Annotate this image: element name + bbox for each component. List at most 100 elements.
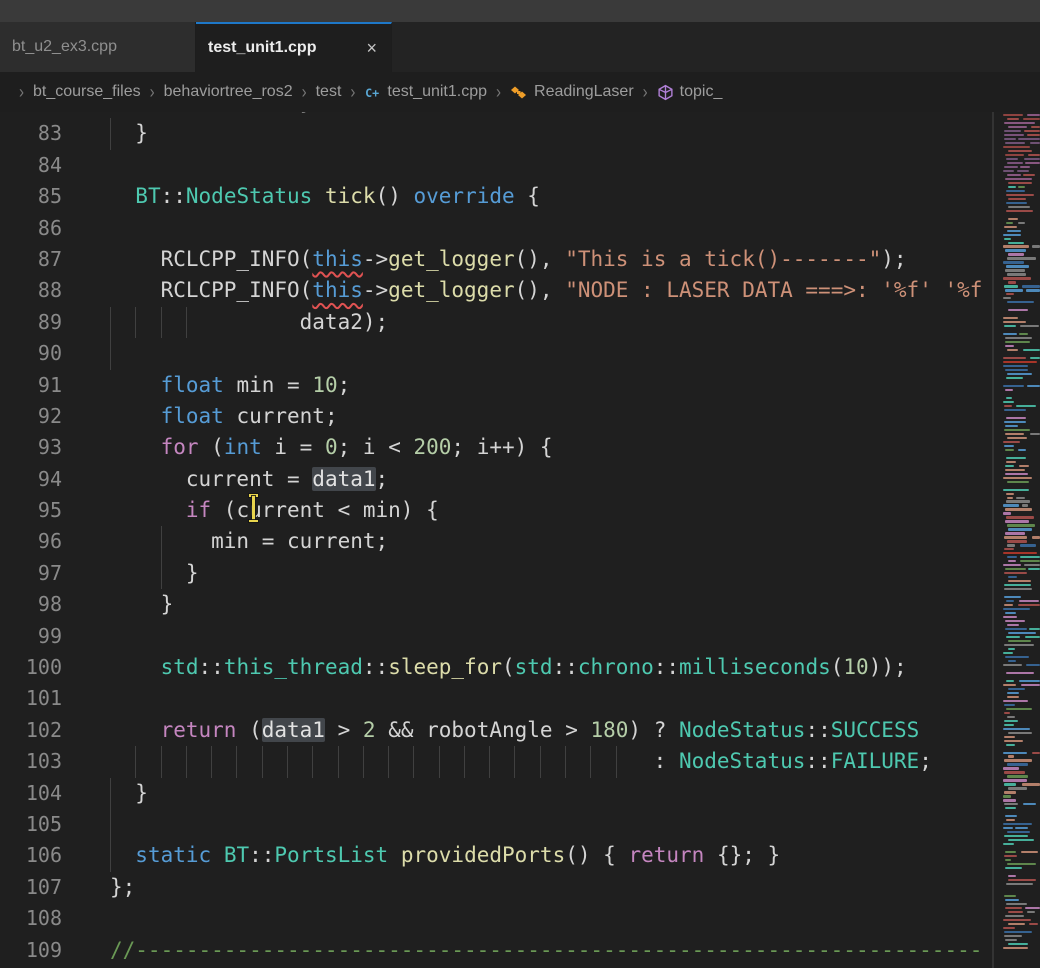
minimap-line xyxy=(1003,433,1040,435)
minimap-line xyxy=(1003,114,1040,116)
code-content[interactable]: });83 }8485 BT::NodeStatus tick() overri… xyxy=(0,112,1000,966)
line-number: 97 xyxy=(0,558,62,589)
minimap-line xyxy=(1003,345,1040,347)
minimap-line xyxy=(1003,150,1040,152)
breadcrumb-item-test[interactable]: test xyxy=(316,83,342,101)
code-line-94[interactable]: 94 current = data1; xyxy=(0,464,1000,495)
minimap-line xyxy=(1003,389,1040,391)
tab-bt_u2_ex3.cpp[interactable]: bt_u2_ex3.cpp xyxy=(0,22,196,72)
minimap-line xyxy=(1003,564,1040,566)
code-line-90[interactable]: 90 xyxy=(0,338,1000,369)
minimap-line xyxy=(1003,357,1040,359)
code-line-107[interactable]: 107}; xyxy=(0,872,1000,903)
tab-label: bt_u2_ex3.cpp xyxy=(12,38,117,56)
code-text: } xyxy=(110,558,199,589)
code-line-96[interactable]: 96 min = current; xyxy=(0,526,1000,557)
code-editor[interactable]: });83 }8485 BT::NodeStatus tick() overri… xyxy=(0,112,1040,968)
scrollbar-track[interactable] xyxy=(992,112,994,968)
minimap[interactable] xyxy=(1003,114,1040,966)
tab-close-icon[interactable]: × xyxy=(344,38,377,59)
minimap-line xyxy=(1003,576,1040,578)
line-number: 104 xyxy=(0,778,62,809)
minimap-line xyxy=(1003,230,1040,232)
minimap-line xyxy=(1003,875,1040,877)
minimap-line xyxy=(1003,425,1040,427)
code-line-106[interactable]: 106 static BT::PortsList providedPorts()… xyxy=(0,840,1000,871)
minimap-line xyxy=(1003,939,1040,941)
code-line-97[interactable]: 97 } xyxy=(0,558,1000,589)
code-line-89[interactable]: 89 data2); xyxy=(0,307,1000,338)
minimap-line xyxy=(1003,178,1040,180)
minimap-line xyxy=(1003,819,1040,821)
breadcrumb-item-bt_course_files[interactable]: bt_course_files xyxy=(33,83,141,101)
code-line-99[interactable]: 99 xyxy=(0,621,1000,652)
code-text: if (current < min) { xyxy=(110,495,439,526)
minimap-line xyxy=(1003,337,1040,339)
code-line-84[interactable]: 84 xyxy=(0,150,1000,181)
code-line-91[interactable]: 91 float min = 10; xyxy=(0,370,1000,401)
code-line-102[interactable]: 102 return (data1 > 2 && robotAngle > 18… xyxy=(0,715,1000,746)
minimap-line xyxy=(1003,644,1040,646)
code-line-103[interactable]: 103 : NodeStatus::FAILURE; xyxy=(0,746,1000,777)
minimap-line xyxy=(1003,142,1040,144)
code-text: BT::NodeStatus tick() override { xyxy=(110,181,540,212)
line-number: 90 xyxy=(0,338,62,369)
code-line-87[interactable]: 87 RCLCPP_INFO(this->get_logger(), "This… xyxy=(0,244,1000,275)
indent-guide xyxy=(110,338,111,369)
minimap-line xyxy=(1003,130,1040,132)
minimap-line xyxy=(1003,162,1040,164)
minimap-line xyxy=(1003,118,1040,120)
minimap-line xyxy=(1003,556,1040,558)
code-line-93[interactable]: 93 for (int i = 0; i < 200; i++) { xyxy=(0,432,1000,463)
code-line-104[interactable]: 104 } xyxy=(0,778,1000,809)
breadcrumb-chevron-icon: › xyxy=(302,81,307,102)
code-line-98[interactable]: 98 } xyxy=(0,589,1000,620)
code-line-100[interactable]: 100 std::this_thread::sleep_for(std::chr… xyxy=(0,652,1000,683)
minimap-line xyxy=(1003,803,1040,805)
minimap-line xyxy=(1003,895,1040,897)
line-number: 101 xyxy=(0,683,62,714)
minimap-line xyxy=(1003,249,1040,251)
minimap-line xyxy=(1003,871,1040,873)
code-line-86[interactable]: 86 xyxy=(0,213,1000,244)
minimap-line xyxy=(1003,696,1040,698)
minimap-line xyxy=(1003,365,1040,367)
minimap-line xyxy=(1003,759,1040,761)
breadcrumb-item-behaviortree_ros2[interactable]: behaviortree_ros2 xyxy=(164,83,293,101)
minimap-line xyxy=(1003,417,1040,419)
code-line-108[interactable]: 108 xyxy=(0,903,1000,934)
breadcrumb-item-topic_[interactable]: topic_ xyxy=(657,83,723,101)
minimap-line xyxy=(1003,285,1040,287)
symbol-cube-icon xyxy=(657,84,674,101)
minimap-line xyxy=(1003,763,1040,765)
code-line-95[interactable]: 95 if (current < min) { xyxy=(0,495,1000,526)
minimap-line xyxy=(1003,688,1040,690)
code-line-92[interactable]: 92 float current; xyxy=(0,401,1000,432)
minimap-line xyxy=(1003,676,1040,678)
minimap-line xyxy=(1003,740,1040,742)
tab-test_unit1.cpp[interactable]: test_unit1.cpp× xyxy=(196,22,392,72)
line-number: 99 xyxy=(0,621,62,652)
minimap-line xyxy=(1003,783,1040,785)
code-line-101[interactable]: 101 xyxy=(0,683,1000,714)
code-line-88[interactable]: 88 RCLCPP_INFO(this->get_logger(), "NODE… xyxy=(0,275,1000,306)
code-line-105[interactable]: 105 xyxy=(0,809,1000,840)
minimap-line xyxy=(1003,182,1040,184)
breadcrumb-item-test_unit1.cpp[interactable]: C+test_unit1.cpp xyxy=(364,83,487,101)
minimap-line xyxy=(1003,795,1040,797)
minimap-line xyxy=(1003,401,1040,403)
minimap-line xyxy=(1003,500,1040,502)
code-line-85[interactable]: 85 BT::NodeStatus tick() override { xyxy=(0,181,1000,212)
minimap-line xyxy=(1003,277,1040,279)
minimap-line xyxy=(1003,281,1040,283)
minimap-line xyxy=(1003,640,1040,642)
minimap-line xyxy=(1003,297,1040,299)
minimap-line xyxy=(1003,588,1040,590)
minimap-line xyxy=(1003,915,1040,917)
minimap-line xyxy=(1003,580,1040,582)
breadcrumb-item-ReadingLaser[interactable]: ReadingLaser xyxy=(510,83,634,101)
breadcrumb-label: test xyxy=(316,83,342,101)
code-line-109[interactable]: 109//-----------------------------------… xyxy=(0,935,1000,966)
code-text: RCLCPP_INFO(this->get_logger(), "This is… xyxy=(110,244,907,275)
code-line-83[interactable]: 83 } xyxy=(0,118,1000,149)
